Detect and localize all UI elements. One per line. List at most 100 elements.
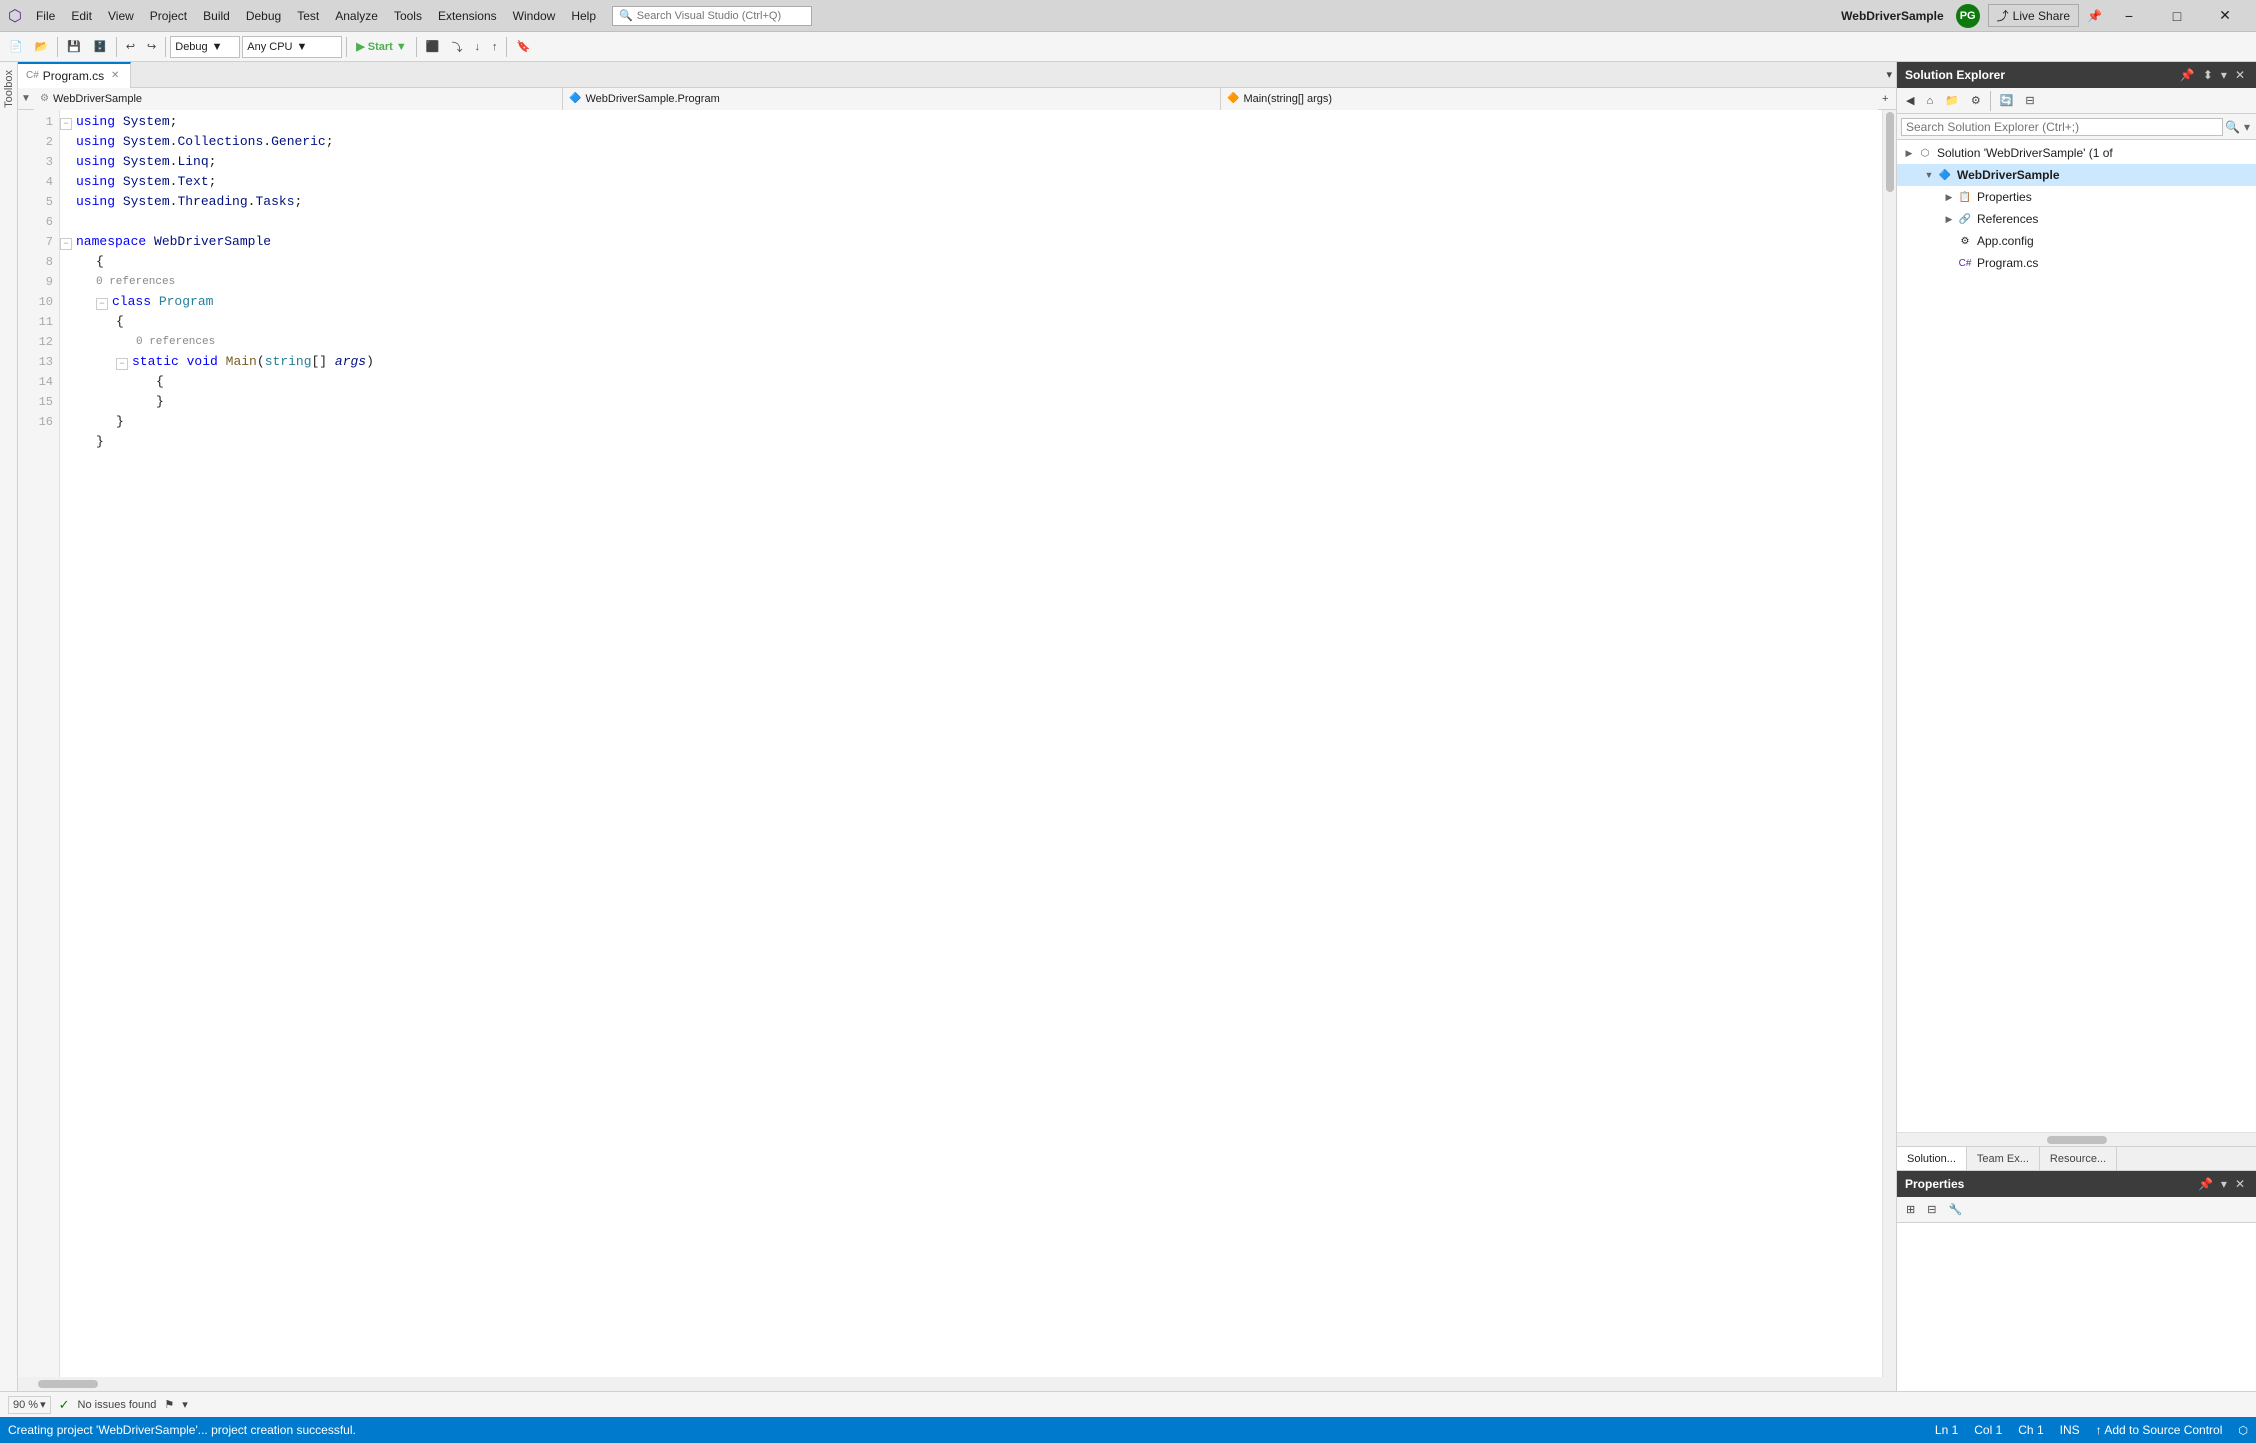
menu-build[interactable]: Build xyxy=(195,9,238,23)
minimize-button[interactable]: − xyxy=(2106,0,2152,32)
props-categories-btn[interactable]: ⊞ xyxy=(1901,1199,1920,1221)
platform-config-dropdown[interactable]: Any CPU ▼ xyxy=(242,36,342,58)
menu-help[interactable]: Help xyxy=(563,9,604,23)
collapse-11[interactable]: − xyxy=(116,358,128,370)
bookmark-button[interactable]: 🔖 xyxy=(511,36,535,58)
nav-expand-left[interactable]: ▼ xyxy=(18,93,34,104)
tree-item-references[interactable]: ▶ 🔗 References xyxy=(1897,208,2256,230)
live-share-button[interactable]: ⤴ Live Share xyxy=(1988,4,2079,27)
properties-title-label: Properties xyxy=(1905,1177,1964,1191)
tree-horiz-scrollbar[interactable] xyxy=(1897,1132,2256,1146)
code-text-13: } xyxy=(156,392,164,412)
status-ins: INS xyxy=(2060,1423,2080,1437)
solution-pin-btn2[interactable]: ⬍ xyxy=(2200,68,2216,82)
nav-project-dropdown[interactable]: ⚙ WebDriverSample xyxy=(34,88,563,110)
sol-collapse-btn[interactable]: ⊟ xyxy=(2020,90,2039,112)
solution-dropdown-btn[interactable]: ▾ xyxy=(2218,68,2230,82)
props-alphabetical-btn[interactable]: ⊟ xyxy=(1922,1199,1941,1221)
project-expand-icon: ▼ xyxy=(1921,167,1937,183)
tree-item-properties[interactable]: ▶ 📋 Properties xyxy=(1897,186,2256,208)
editor-tab-program-cs[interactable]: C# Program.cs ✕ xyxy=(18,62,131,88)
menu-extensions[interactable]: Extensions xyxy=(430,9,505,23)
step-out-button[interactable]: ↑ xyxy=(487,36,503,58)
props-dropdown-btn[interactable]: ▾ xyxy=(2218,1177,2230,1191)
collapse-7[interactable]: − xyxy=(60,238,72,250)
open-button[interactable]: 📂 xyxy=(30,36,54,58)
menu-test[interactable]: Test xyxy=(289,9,327,23)
solution-tree-project[interactable]: ▼ 🔷 WebDriverSample xyxy=(1897,164,2256,186)
new-file-button[interactable]: 📄 xyxy=(4,36,28,58)
appconfig-label: App.config xyxy=(1977,234,2034,248)
resource-view-tab[interactable]: Resource... xyxy=(2040,1147,2117,1170)
tab-close-button[interactable]: ✕ xyxy=(108,69,122,83)
source-control-button[interactable]: ↑ Add to Source Control xyxy=(2096,1423,2223,1437)
solution-search-options-btn[interactable]: ▾ xyxy=(2242,118,2252,136)
code-text-16 xyxy=(76,452,84,472)
debug-config-dropdown[interactable]: Debug ▼ xyxy=(170,36,240,58)
sol-show-all-btn[interactable]: 📁 xyxy=(1940,90,1964,112)
debug-config-label: Debug xyxy=(175,41,207,53)
project-icon: 🔷 xyxy=(1937,167,1953,183)
code-ref-9: 0 references xyxy=(96,272,175,292)
save-all-button[interactable]: 🗄️ xyxy=(88,36,112,58)
global-search-input[interactable] xyxy=(637,10,805,22)
tab-list-button[interactable]: ▾ xyxy=(1882,62,1896,88)
step-over-button[interactable]: ⤵ xyxy=(446,36,467,58)
main-layout: Toolbox C# Program.cs ✕ ▾ ▼ ⚙ WebDriverS… xyxy=(0,62,2256,1391)
sol-back-btn[interactable]: ◀ xyxy=(1901,90,1919,112)
step-into-button[interactable]: ↓ xyxy=(469,36,485,58)
separator-2 xyxy=(116,37,117,57)
tree-item-programcs[interactable]: C# Program.cs xyxy=(1897,252,2256,274)
sol-filter-btn[interactable]: ⚙ xyxy=(1966,90,1986,112)
solution-search-input[interactable] xyxy=(1901,118,2223,136)
tree-item-appconfig[interactable]: ⚙ App.config xyxy=(1897,230,2256,252)
team-explorer-tab[interactable]: Team Ex... xyxy=(1967,1147,2040,1170)
props-close-btn[interactable]: ✕ xyxy=(2232,1177,2248,1191)
collapse-1[interactable]: − xyxy=(60,118,72,130)
zoom-control[interactable]: 90 % ▾ xyxy=(8,1396,51,1414)
sol-home-btn[interactable]: ⌂ xyxy=(1921,90,1938,112)
status-col: Col 1 xyxy=(1974,1423,2002,1437)
menu-tools[interactable]: Tools xyxy=(386,9,430,23)
nav-method-dropdown[interactable]: 🔶 Main(string[] args) xyxy=(1221,88,1878,110)
toolbox-label[interactable]: Toolbox xyxy=(3,66,15,112)
menu-project[interactable]: Project xyxy=(142,9,195,23)
solution-close-btn[interactable]: ✕ xyxy=(2232,68,2248,82)
code-line-12: { xyxy=(60,372,1882,392)
zoom-value: 90 % xyxy=(13,1399,38,1411)
expand-code-btn[interactable]: + xyxy=(1878,88,1896,110)
code-content[interactable]: − using System; using System.Collections… xyxy=(60,110,1882,1377)
solution-pin-button[interactable]: 📌 xyxy=(2177,68,2198,82)
save-button[interactable]: 💾 xyxy=(62,36,86,58)
references-icon: 🔗 xyxy=(1957,211,1973,227)
user-avatar: PG xyxy=(1956,4,1980,28)
menu-window[interactable]: Window xyxy=(505,9,564,23)
sol-refresh-btn[interactable]: 🔄 xyxy=(1995,90,2019,112)
undo-button[interactable]: ↩ xyxy=(121,36,140,58)
breakpoint-button[interactable]: ⬛ xyxy=(421,36,445,58)
props-pin-btn[interactable]: 📌 xyxy=(2195,1177,2216,1191)
menu-analyze[interactable]: Analyze xyxy=(327,9,386,23)
props-property-pages-btn[interactable]: 🔧 xyxy=(1943,1199,1967,1221)
code-editor[interactable]: 12345 678910 1112131415 16 − using Syste… xyxy=(18,110,1896,1377)
nav-project-label: WebDriverSample xyxy=(53,93,142,105)
horizontal-scrollbar[interactable] xyxy=(18,1377,1896,1391)
code-line-3: using System.Linq; xyxy=(60,152,1882,172)
menu-file[interactable]: File xyxy=(28,9,63,23)
redo-button[interactable]: ↪ xyxy=(142,36,161,58)
solution-tab[interactable]: Solution... xyxy=(1897,1147,1967,1170)
collapse-9[interactable]: − xyxy=(96,298,108,310)
programcs-icon: C# xyxy=(1957,255,1973,271)
solution-tree-root[interactable]: ▶ ⬡ Solution 'WebDriverSample' (1 of xyxy=(1897,142,2256,164)
start-button[interactable]: ▶ Start ▼ xyxy=(351,36,412,58)
menu-view[interactable]: View xyxy=(100,9,142,23)
solution-search-button[interactable]: 🔍 xyxy=(2223,118,2242,136)
editor-scrollbar[interactable] xyxy=(1882,110,1896,1377)
bottom-status-bar: 90 % ▾ ✓ No issues found ⚑ ▾ xyxy=(0,1391,2256,1417)
properties-content xyxy=(1897,1223,2256,1391)
menu-edit[interactable]: Edit xyxy=(63,9,100,23)
close-button[interactable]: ✕ xyxy=(2202,0,2248,32)
menu-debug[interactable]: Debug xyxy=(238,9,289,23)
maximize-button[interactable]: □ xyxy=(2154,0,2200,32)
nav-class-dropdown[interactable]: 🔷 WebDriverSample.Program xyxy=(563,88,1221,110)
